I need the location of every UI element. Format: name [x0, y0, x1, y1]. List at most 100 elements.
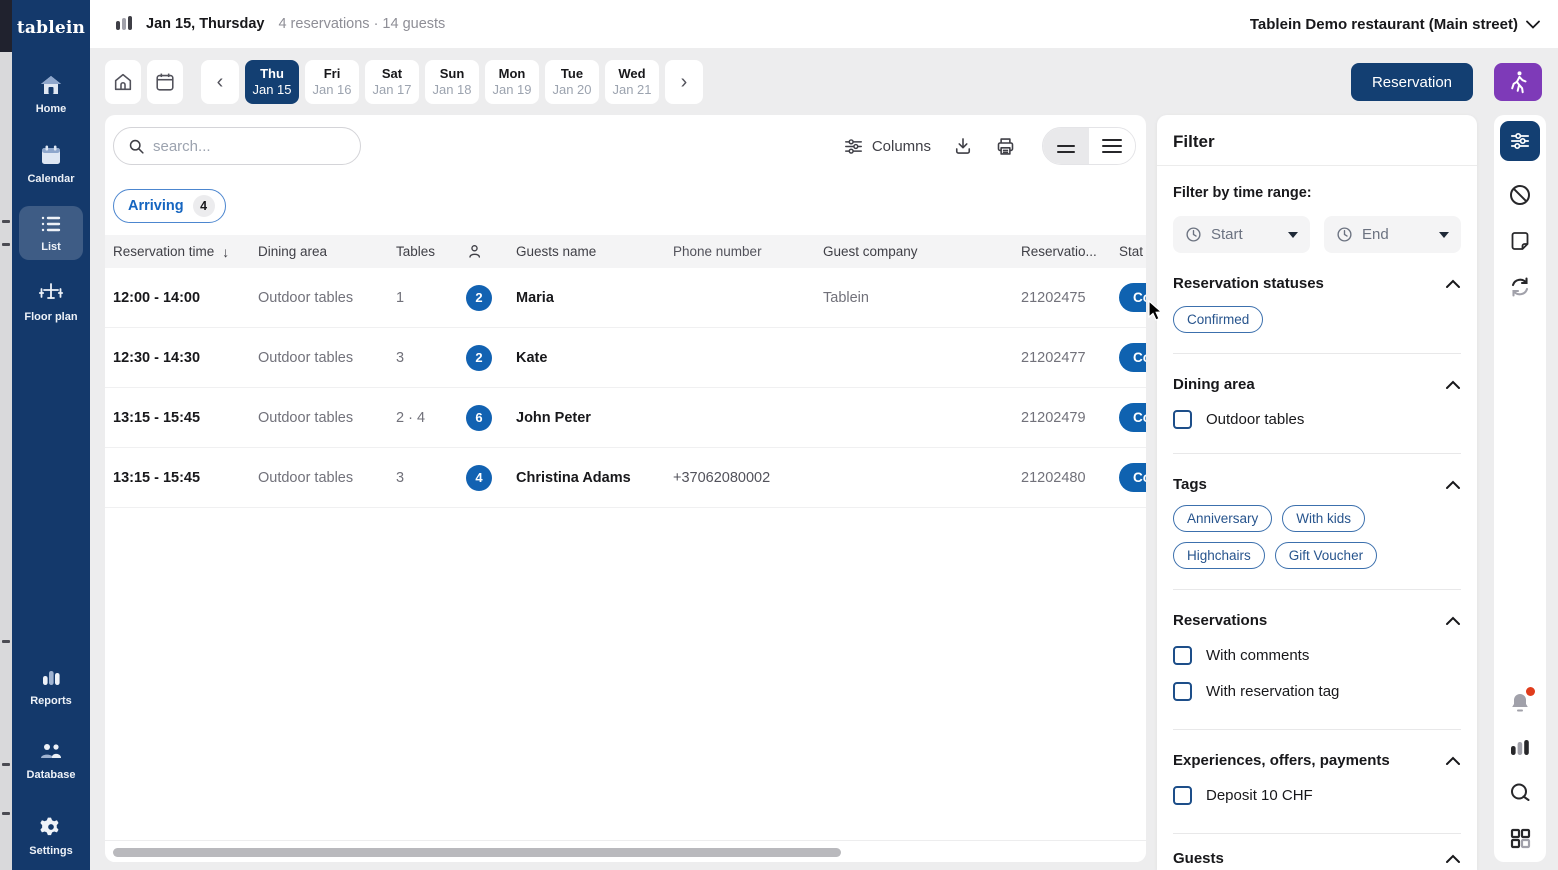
- status-badge[interactable]: Confirmed: [1119, 343, 1146, 372]
- checkbox[interactable]: [1173, 786, 1192, 805]
- col-guest-company[interactable]: Guest company: [815, 244, 1013, 259]
- checkbox[interactable]: [1173, 682, 1192, 701]
- download-button[interactable]: [953, 136, 973, 156]
- sidebar-item-reports[interactable]: Reports: [19, 658, 83, 714]
- status-chip-confirmed[interactable]: Confirmed: [1173, 306, 1263, 333]
- notifications-button[interactable]: [1508, 691, 1532, 715]
- checkbox-with-reservation-tag[interactable]: With reservation tag: [1173, 682, 1461, 701]
- new-reservation-button[interactable]: Reservation: [1351, 63, 1473, 101]
- sidebar-item-label: Settings: [29, 845, 72, 857]
- checkbox[interactable]: [1173, 646, 1192, 665]
- reservation-number: 21202479: [1013, 410, 1111, 426]
- search-icon: [128, 138, 145, 155]
- print-button[interactable]: [995, 136, 1016, 157]
- tag-chip-with-kids[interactable]: With kids: [1282, 505, 1365, 532]
- col-reservation-number[interactable]: Reservatio...: [1013, 244, 1111, 259]
- col-dining-area[interactable]: Dining area: [250, 244, 388, 259]
- collapse-chevron-icon[interactable]: [1445, 480, 1461, 490]
- restaurant-selector[interactable]: Tablein Demo restaurant (Main street): [1250, 16, 1540, 33]
- section-title: Tags: [1173, 476, 1207, 493]
- tag-chip-anniversary[interactable]: Anniversary: [1173, 505, 1272, 532]
- collapse-chevron-icon[interactable]: [1445, 380, 1461, 390]
- columns-button[interactable]: Columns: [844, 138, 931, 155]
- arriving-filter-chip[interactable]: Arriving 4: [113, 189, 226, 223]
- day-tab-mon[interactable]: Mon Jan 19: [485, 60, 539, 104]
- day-tab-sun[interactable]: Sun Jan 18: [425, 60, 479, 104]
- horizontal-scrollbar[interactable]: [105, 840, 1146, 862]
- sidebar-item-home[interactable]: Home: [19, 66, 83, 122]
- sidebar: tablein Home Calendar List Floor plan Re…: [12, 0, 90, 870]
- scrollbar-thumb[interactable]: [113, 848, 841, 857]
- guest-count-badge: 4: [466, 465, 492, 491]
- stats-button[interactable]: [1509, 737, 1531, 759]
- next-day-button[interactable]: ›: [665, 60, 703, 104]
- background-fragment: [2, 640, 10, 643]
- phone-number: +37062080002: [665, 470, 815, 486]
- table-row[interactable]: 12:30 - 14:30 Outdoor tables 3 2 Kate 21…: [105, 328, 1146, 388]
- apps-grid-button[interactable]: [1509, 827, 1532, 850]
- sidebar-item-floor-plan[interactable]: Floor plan: [19, 274, 83, 330]
- walk-in-button[interactable]: [1494, 63, 1542, 101]
- table-row[interactable]: 13:15 - 15:45 Outdoor tables 2 · 4 6 Joh…: [105, 388, 1146, 448]
- previous-day-button[interactable]: ‹: [201, 60, 239, 104]
- sort-desc-icon: ↓: [222, 244, 229, 260]
- collapse-chevron-icon[interactable]: [1445, 854, 1461, 864]
- view-density-toggle: [1042, 127, 1136, 165]
- col-status[interactable]: Stat: [1111, 244, 1146, 259]
- col-tables[interactable]: Tables: [388, 244, 458, 259]
- reservation-number: 21202475: [1013, 290, 1111, 306]
- day-date: Jan 17: [372, 82, 411, 98]
- day-name: Fri: [324, 66, 341, 82]
- no-show-button[interactable]: [1508, 183, 1532, 207]
- day-tab-wed[interactable]: Wed Jan 21: [605, 60, 659, 104]
- floor-plan-icon: [38, 282, 64, 304]
- notes-button[interactable]: [1508, 229, 1532, 253]
- day-tab-sat[interactable]: Sat Jan 17: [365, 60, 419, 104]
- status-badge[interactable]: Confirmed: [1119, 403, 1146, 432]
- clock-icon: [1185, 226, 1202, 243]
- sidebar-item-calendar[interactable]: Calendar: [19, 136, 83, 192]
- col-guests-name[interactable]: Guests name: [508, 244, 665, 259]
- sidebar-item-settings[interactable]: Settings: [19, 808, 83, 864]
- status-badge[interactable]: Confirmed: [1119, 283, 1146, 312]
- day-tab-tue[interactable]: Tue Jan 20: [545, 60, 599, 104]
- day-tab-fri[interactable]: Fri Jan 16: [305, 60, 359, 104]
- background-fragment: [2, 812, 10, 815]
- sidebar-item-label: Floor plan: [24, 311, 77, 323]
- section-reservation-statuses: Reservation statuses: [1173, 275, 1461, 292]
- compact-view-button[interactable]: [1043, 128, 1089, 164]
- day-tab-thu[interactable]: Thu Jan 15: [245, 60, 299, 104]
- status-badge[interactable]: Confirmed: [1119, 463, 1146, 492]
- tag-chip-gift-voucher[interactable]: Gift Voucher: [1275, 542, 1377, 569]
- refresh-button[interactable]: [1508, 275, 1532, 299]
- checkbox-outdoor-tables[interactable]: Outdoor tables: [1173, 410, 1461, 429]
- home-view-button[interactable]: [105, 60, 141, 104]
- database-icon: [38, 742, 64, 762]
- col-guests-count[interactable]: [458, 243, 508, 260]
- table-row[interactable]: 12:00 - 14:00 Outdoor tables 1 2 Maria T…: [105, 268, 1146, 328]
- reservation-time: 13:15 - 15:45: [105, 470, 250, 486]
- collapse-chevron-icon[interactable]: [1445, 756, 1461, 766]
- day-name: Sun: [440, 66, 465, 82]
- section-title: Reservations: [1173, 612, 1267, 629]
- comfortable-view-button[interactable]: [1089, 128, 1135, 164]
- sidebar-item-list[interactable]: List: [19, 206, 83, 260]
- filter-rail-button[interactable]: [1500, 121, 1540, 161]
- sidebar-item-database[interactable]: Database: [19, 734, 83, 788]
- search-box[interactable]: [113, 127, 361, 165]
- collapse-chevron-icon[interactable]: [1445, 616, 1461, 626]
- collapse-chevron-icon[interactable]: [1445, 279, 1461, 289]
- col-reservation-time[interactable]: Reservation time↓: [105, 244, 250, 260]
- col-phone-number[interactable]: Phone number: [665, 244, 815, 259]
- checkbox[interactable]: [1173, 410, 1192, 429]
- tag-chip-highchairs[interactable]: Highchairs: [1173, 542, 1265, 569]
- search-rail-button[interactable]: [1508, 781, 1532, 805]
- calendar-view-button[interactable]: [147, 60, 183, 104]
- start-time-select[interactable]: Start: [1173, 216, 1310, 253]
- search-input[interactable]: [153, 138, 323, 155]
- table-row[interactable]: 13:15 - 15:45 Outdoor tables 3 4 Christi…: [105, 448, 1146, 508]
- checkbox-deposit-10-chf[interactable]: Deposit 10 CHF: [1173, 786, 1461, 805]
- end-time-select[interactable]: End: [1324, 216, 1461, 253]
- checkbox-with-comments[interactable]: With comments: [1173, 646, 1461, 665]
- sidebar-item-label: Home: [36, 103, 67, 115]
